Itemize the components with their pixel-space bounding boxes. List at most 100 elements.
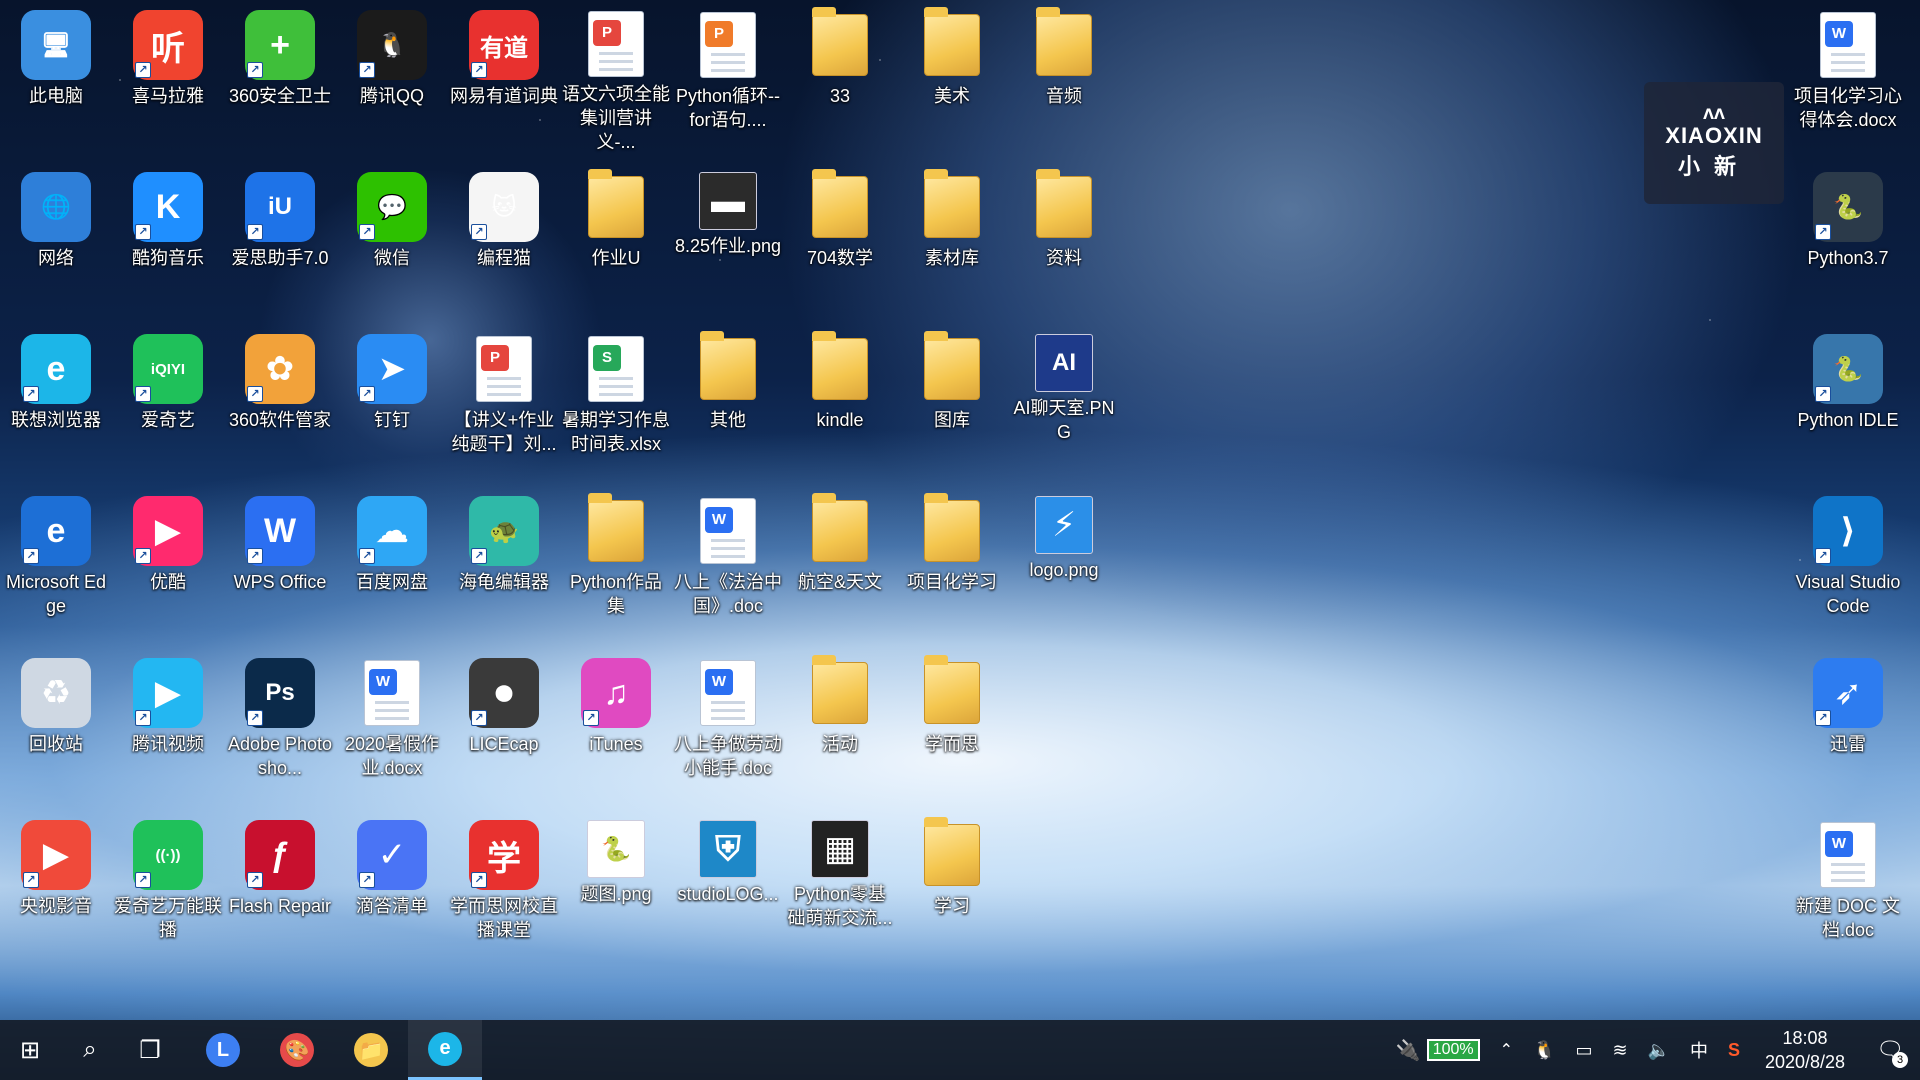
desktop-icon[interactable]: + ↗ 360安全卫士: [226, 4, 334, 154]
xunlei-icon: ➶ ↗: [1813, 658, 1883, 728]
desktop-icon[interactable]: 学习: [898, 814, 1006, 964]
lenovo-browser-taskbar-icon[interactable]: e: [408, 1020, 482, 1080]
desktop-icon[interactable]: Python作品集: [562, 490, 670, 640]
desktop-icon[interactable]: ♫ ↗ iTunes: [562, 652, 670, 802]
document-type-badge: W: [1825, 831, 1853, 857]
desktop-icon[interactable]: ▶ ↗ 腾讯视频: [114, 652, 222, 802]
pdf-doc-icon: P: [581, 10, 651, 78]
desktop-icon[interactable]: ▦ Python零基础萌新交流...: [786, 814, 894, 964]
folder-icon: [1029, 7, 1099, 80]
desktop-icon[interactable]: W ↗ WPS Office: [226, 490, 334, 640]
desktop-icon[interactable]: K ↗ 酷狗音乐: [114, 166, 222, 316]
desktop-icon-label: 央视影音: [20, 896, 92, 916]
paint-app-icon[interactable]: 🎨: [260, 1020, 334, 1080]
desktop-icon[interactable]: 听 ↗ 喜马拉雅: [114, 4, 222, 154]
desktop-icon[interactable]: iQIYI ↗ 爱奇艺: [114, 328, 222, 478]
desktop-icon-label: 联想浏览器: [11, 410, 101, 430]
desktop-icon[interactable]: 🐍 ↗ Python IDLE: [1794, 328, 1902, 478]
desktop-icon[interactable]: ✓ ↗ 滴答清单: [338, 814, 446, 964]
shortcut-arrow-icon: ↗: [23, 386, 39, 402]
desktop-icon[interactable]: 🐢 ↗ 海龟编辑器: [450, 490, 558, 640]
file-explorer-icon[interactable]: 📁: [334, 1020, 408, 1080]
desktop-icon[interactable]: ▬ 8.25作业.png: [674, 166, 782, 316]
desktop-icon[interactable]: AI AI聊天室.PNG: [1010, 328, 1118, 478]
desktop-icon[interactable]: ƒ ↗ Flash Repair: [226, 814, 334, 964]
wifi-icon[interactable]: ≋: [1612, 1040, 1627, 1061]
desktop-icon[interactable]: ⟩ ↗ Visual Studio Code: [1794, 490, 1902, 640]
desktop-icon[interactable]: 💬 ↗ 微信: [338, 166, 446, 316]
desktop-icon[interactable]: ➤ ↗ 钉钉: [338, 328, 446, 478]
desktop-icon[interactable]: 其他: [674, 328, 782, 478]
desktop-icon[interactable]: ✿ ↗ 360软件管家: [226, 328, 334, 478]
desktop-icon[interactable]: 🖥 此电脑: [2, 4, 110, 154]
task-view-button[interactable]: ❐: [120, 1020, 180, 1080]
desktop-icon[interactable]: e ↗ 联想浏览器: [2, 328, 110, 478]
desktop-icon[interactable]: ⚡ logo.png: [1010, 490, 1118, 640]
desktop-icon[interactable]: 航空&天文: [786, 490, 894, 640]
desktop-icon[interactable]: W 新建 DOC 文档.doc: [1794, 814, 1902, 964]
desktop-icon[interactable]: iU ↗ 爱思助手7.0: [226, 166, 334, 316]
start-button[interactable]: ⊞: [0, 1020, 60, 1080]
network-globe-icon: 🌐: [21, 172, 91, 242]
document-line: [1831, 61, 1865, 64]
battery-indicator[interactable]: 100%: [1426, 1039, 1480, 1061]
desktop-icon[interactable]: P Python循环--for语句....: [674, 4, 782, 154]
power-plug-icon[interactable]: 🔌: [1396, 1038, 1421, 1063]
desktop-icon-label: Python3.7: [1807, 248, 1889, 268]
desktop-icon[interactable]: ▶ ↗ 优酷: [114, 490, 222, 640]
desktop-icon[interactable]: 有道 ↗ 网易有道词典: [450, 4, 558, 154]
desktop-icon[interactable]: ⏺ ↗ LICEcap: [450, 652, 558, 802]
desktop-icon[interactable]: kindle: [786, 328, 894, 478]
qq-tray-icon[interactable]: 🐧: [1533, 1040, 1555, 1061]
desktop-icon[interactable]: S 暑期学习作息时间表.xlsx: [562, 328, 670, 478]
desktop-icon[interactable]: ⛨ studioLOG...: [674, 814, 782, 964]
desktop-icon[interactable]: 音频: [1010, 4, 1118, 154]
desktop-icon[interactable]: 素材库: [898, 166, 1006, 316]
sogou-ime-icon[interactable]: S: [1728, 1040, 1740, 1061]
desktop-icon[interactable]: P 语文六项全能集训营讲义-...: [562, 4, 670, 154]
shortcut-arrow-icon: ↗: [471, 224, 487, 240]
desktop-icon[interactable]: ♻ 回收站: [2, 652, 110, 802]
shortcut-arrow-icon: ↗: [135, 872, 151, 888]
desktop-icon[interactable]: 🌐 网络: [2, 166, 110, 316]
desktop-icon[interactable]: 🐱 ↗ 编程猫: [450, 166, 558, 316]
chevron-up-icon[interactable]: ⌃: [1500, 1040, 1513, 1060]
desktop-icon[interactable]: 🐧 ↗ 腾讯QQ: [338, 4, 446, 154]
icon-glyph: ⛨: [715, 829, 741, 868]
desktop-icon[interactable]: 学而思: [898, 652, 1006, 802]
desktop-icon[interactable]: P 【讲义+作业纯题干】刘...: [450, 328, 558, 478]
battery-tray-icon[interactable]: ▭: [1575, 1040, 1592, 1061]
desktop-icon[interactable]: 资料: [1010, 166, 1118, 316]
desktop-icon[interactable]: ((·)) ↗ 爱奇艺万能联播: [114, 814, 222, 964]
desktop-icon[interactable]: 🐍 题图.png: [562, 814, 670, 964]
clock[interactable]: 18:08 2020/8/28: [1750, 1026, 1860, 1074]
desktop-icon[interactable]: Ps ↗ Adobe Photosho...: [226, 652, 334, 802]
desktop-icon-label: Adobe Photosho...: [227, 734, 333, 778]
desktop-icon[interactable]: 项目化学习: [898, 490, 1006, 640]
desktop-icon[interactable]: 图库: [898, 328, 1006, 478]
desktop-icon[interactable]: 33: [786, 4, 894, 154]
desktop-icon[interactable]: e ↗ Microsoft Edge: [2, 490, 110, 640]
lenovo-app-icon[interactable]: L: [186, 1020, 260, 1080]
search-button[interactable]: ⌕: [60, 1020, 120, 1080]
document-type-badge: W: [1825, 21, 1853, 47]
desktop-icon-label: 海龟编辑器: [459, 572, 549, 592]
desktop-icon[interactable]: 作业U: [562, 166, 670, 316]
volume-icon[interactable]: 🔈: [1648, 1040, 1670, 1061]
desktop-icon[interactable]: 704数学: [786, 166, 894, 316]
action-center-button[interactable]: 🗨 3: [1860, 1020, 1920, 1080]
desktop-icon[interactable]: ➶ ↗ 迅雷: [1794, 652, 1902, 802]
desktop-icon[interactable]: W 八上《法治中国》.doc: [674, 490, 782, 640]
ime-indicator[interactable]: 中: [1690, 1037, 1708, 1063]
desktop-icon-label: 图库: [934, 410, 970, 430]
desktop-icon[interactable]: 🐍 ↗ Python3.7: [1794, 166, 1902, 316]
desktop-icon[interactable]: ▶ ↗ 央视影音: [2, 814, 110, 964]
document-page: P: [476, 336, 532, 402]
desktop-icon[interactable]: W 2020暑假作业.docx: [338, 652, 446, 802]
desktop-icon[interactable]: W 八上争做劳动小能手.doc: [674, 652, 782, 802]
desktop-icon[interactable]: W 项目化学习心得体会.docx: [1794, 4, 1902, 154]
desktop-icon[interactable]: 美术: [898, 4, 1006, 154]
desktop-icon[interactable]: ☁ ↗ 百度网盘: [338, 490, 446, 640]
desktop-icon[interactable]: 学 ↗ 学而思网校直播课堂: [450, 814, 558, 964]
desktop-icon[interactable]: 活动: [786, 652, 894, 802]
